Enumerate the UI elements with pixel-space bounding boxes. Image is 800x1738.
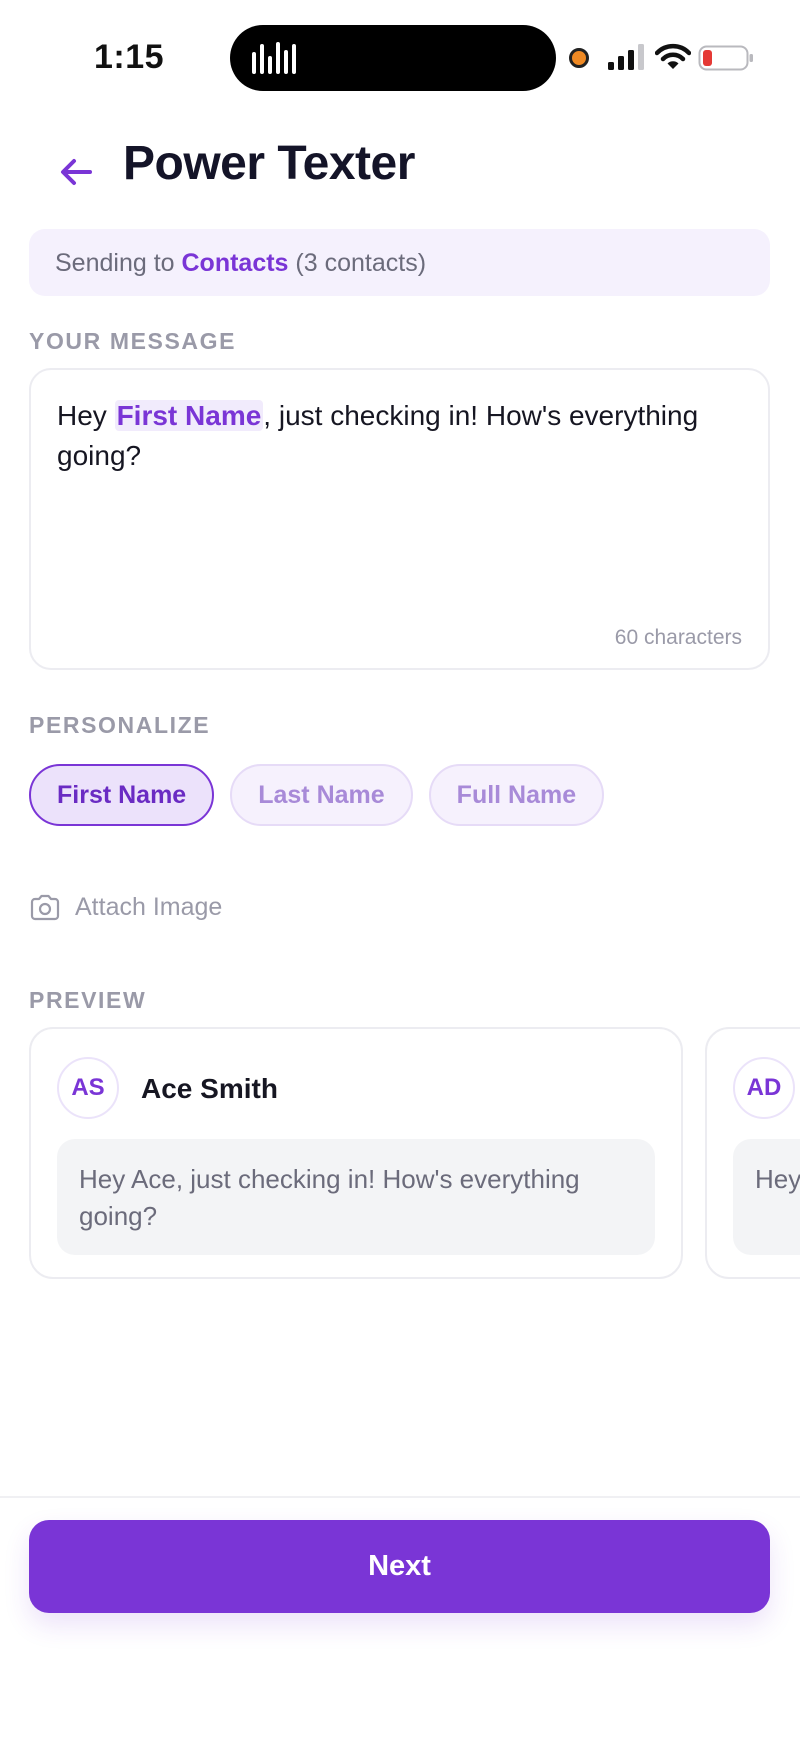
contact-avatar: AS xyxy=(57,1057,119,1119)
personalize-chips: First Name Last Name Full Name xyxy=(29,764,605,826)
preview-card: AD Hey going? xyxy=(705,1027,800,1279)
battery-low-icon xyxy=(698,45,753,71)
banner-prefix: Sending to xyxy=(55,249,182,277)
personalize-section-label: PERSONALIZE xyxy=(29,712,211,738)
message-text[interactable]: Hey First Name, just checking in! How's … xyxy=(57,396,717,476)
preview-message-bubble: Hey Ace, just checking in! How's everyth… xyxy=(57,1139,655,1255)
camera-icon xyxy=(30,894,60,920)
back-arrow-icon[interactable] xyxy=(52,148,100,196)
attach-image-button[interactable]: Attach Image xyxy=(29,893,222,922)
chip-first-name[interactable]: First Name xyxy=(29,764,215,826)
app-header: Power Texter xyxy=(0,130,800,210)
cellular-signal-icon xyxy=(608,44,644,70)
footer-divider xyxy=(0,1496,800,1498)
status-bar: 1:15 xyxy=(0,0,800,110)
recipient-group-link[interactable]: Contacts xyxy=(182,249,289,277)
status-time: 1:15 xyxy=(94,38,165,76)
page-title: Power Texter xyxy=(123,137,415,190)
chip-last-name[interactable]: Last Name xyxy=(230,764,413,826)
message-section-label: YOUR MESSAGE xyxy=(29,328,237,354)
audio-waveform-icon xyxy=(252,42,296,74)
contact-name: Ace Smith xyxy=(141,1073,278,1104)
attach-image-label: Attach Image xyxy=(75,893,223,921)
character-count: 60 characters xyxy=(614,626,742,649)
recipients-banner: Sending to Contacts (3 contacts) xyxy=(29,229,770,296)
preview-card: AS Ace Smith Hey Ace, just checking in! … xyxy=(29,1027,683,1279)
wifi-icon xyxy=(655,43,691,69)
recording-indicator-icon xyxy=(569,48,589,68)
recipient-count: (3 contacts) xyxy=(288,249,427,277)
message-textarea[interactable]: Hey First Name, just checking in! How's … xyxy=(29,368,770,670)
contact-avatar: AD xyxy=(733,1057,795,1119)
next-button[interactable]: Next xyxy=(29,1520,770,1613)
message-text-start: Hey xyxy=(57,400,115,431)
first-name-token[interactable]: First Name xyxy=(114,400,264,431)
chip-full-name[interactable]: Full Name xyxy=(428,764,605,826)
preview-message-bubble: Hey going? xyxy=(733,1139,800,1255)
preview-carousel[interactable]: AS Ace Smith Hey Ace, just checking in! … xyxy=(0,1027,800,1281)
dynamic-island xyxy=(230,25,556,91)
preview-section-label: PREVIEW xyxy=(29,987,147,1013)
